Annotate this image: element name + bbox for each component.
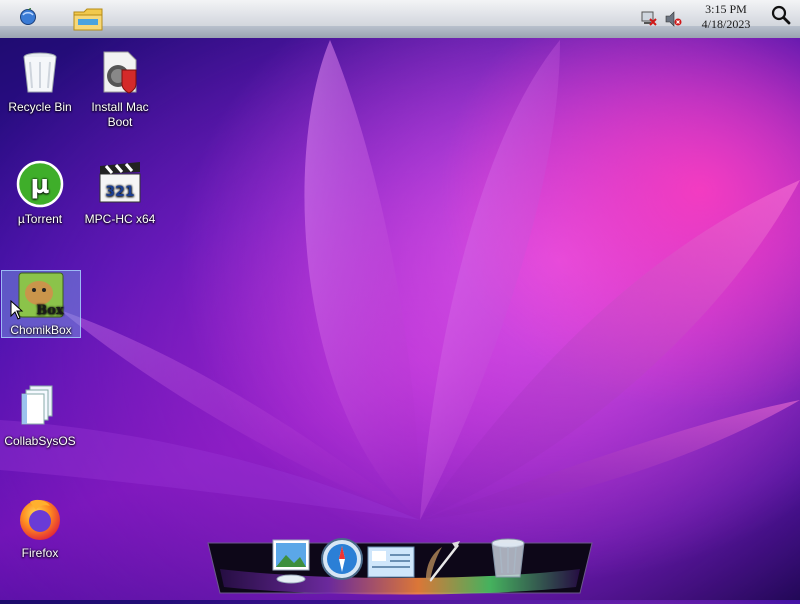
installer-icon bbox=[96, 48, 144, 96]
desktop-icon-mpc-hc[interactable]: 321 MPC-HC x64 bbox=[80, 160, 160, 227]
desktop-icon-label: Recycle Bin bbox=[8, 100, 72, 114]
mail-icon[interactable] bbox=[366, 543, 416, 587]
clock-time: 3:15 PM bbox=[705, 2, 747, 16]
desktop-icon-firefox[interactable]: Firefox bbox=[0, 494, 80, 561]
photo-preview-icon[interactable] bbox=[270, 537, 314, 589]
desktop-icon-label: µTorrent bbox=[17, 212, 63, 226]
desktop-icon-label: CollabSysOS bbox=[4, 434, 76, 448]
desktop-icon-label: Install Mac Boot bbox=[91, 100, 149, 129]
desktop-icon-install-mac-boot[interactable]: Install Mac Boot bbox=[80, 48, 160, 130]
quill-pen-icon[interactable] bbox=[422, 539, 466, 589]
recycle-bin-icon bbox=[16, 48, 64, 96]
system-clock[interactable]: 3:15 PM 4/18/2023 bbox=[686, 2, 766, 32]
menubar-lower-strip bbox=[0, 26, 800, 38]
mouse-cursor-icon bbox=[10, 300, 24, 320]
network-disconnected-icon[interactable] bbox=[640, 11, 658, 27]
safari-compass-icon[interactable] bbox=[320, 537, 364, 585]
documents-icon bbox=[16, 382, 64, 430]
top-menu-bar: 3:15 PM 4/18/2023 bbox=[0, 0, 800, 38]
file-explorer-icon[interactable] bbox=[72, 4, 106, 34]
firefox-icon bbox=[16, 494, 64, 542]
chomikbox-icon: Box bbox=[17, 271, 65, 319]
desktop-icon-label: MPC-HC x64 bbox=[84, 212, 156, 226]
desktop-icon-collabsysos[interactable]: CollabSysOS bbox=[0, 382, 80, 449]
apple-icon[interactable] bbox=[18, 6, 38, 26]
search-icon[interactable] bbox=[770, 4, 792, 26]
svg-text:µ: µ bbox=[30, 170, 49, 200]
svg-text:321: 321 bbox=[105, 184, 134, 200]
volume-muted-icon[interactable] bbox=[664, 11, 682, 27]
utorrent-icon: µ bbox=[16, 160, 64, 208]
clock-date: 4/18/2023 bbox=[701, 17, 751, 31]
mpc-hc-icon: 321 bbox=[96, 160, 144, 208]
desktop-icon-recycle-bin[interactable]: Recycle Bin bbox=[0, 48, 80, 115]
desktop-icon-label: Firefox bbox=[21, 546, 59, 560]
desktop-icon-utorrent[interactable]: µ µTorrent bbox=[0, 160, 80, 227]
dock bbox=[200, 535, 600, 600]
svg-text:Box: Box bbox=[36, 303, 64, 318]
desktop-icon-label: ChomikBox bbox=[10, 323, 72, 337]
trash-icon[interactable] bbox=[488, 537, 528, 587]
